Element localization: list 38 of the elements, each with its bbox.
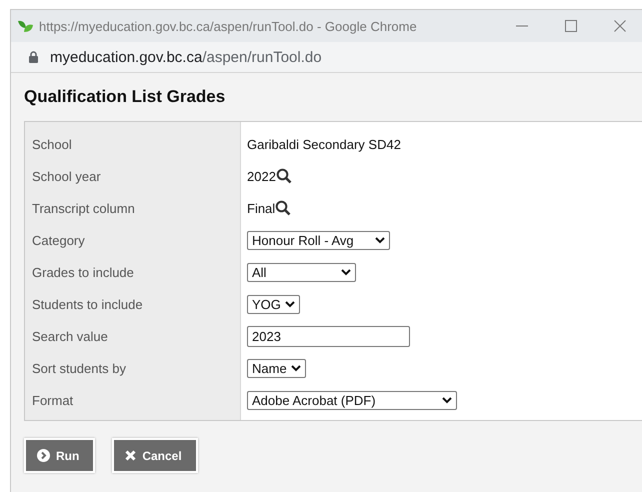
run-button[interactable]: Run <box>24 438 96 473</box>
dropdown[interactable]: Honour Roll - Avg <box>247 230 390 250</box>
chevron-circle-icon <box>37 449 50 462</box>
leaf-icon <box>17 18 34 34</box>
field-label: Grades to include <box>32 264 134 280</box>
field-label: Category <box>32 232 85 248</box>
chevron-down-icon <box>375 236 385 244</box>
window-title: https://myeducation.gov.bc.ca/aspen/runTool.do - Google Chrome <box>39 18 418 34</box>
field-value: 2022 <box>247 168 276 184</box>
chevron-down-icon <box>442 396 452 404</box>
dropdown[interactable]: Adobe Acrobat (PDF) <box>247 390 457 410</box>
field-label: Transcript column <box>32 200 135 216</box>
field-label: School <box>32 136 72 152</box>
page-heading: Qualification List Grades <box>24 87 226 107</box>
chevron-down-icon <box>291 364 301 372</box>
close-icon <box>125 450 136 461</box>
chevron-down-icon <box>341 268 351 276</box>
dropdown[interactable]: Name <box>247 358 306 378</box>
chevron-down-icon <box>285 300 295 308</box>
field-value: Garibaldi Secondary SD42 <box>247 136 401 152</box>
cancel-button[interactable]: Cancel <box>112 438 198 473</box>
maximize-icon[interactable] <box>565 20 577 32</box>
dropdown[interactable]: All <box>247 262 356 282</box>
dropdown[interactable]: YOG <box>247 294 300 314</box>
field-label: School year <box>32 168 101 184</box>
field-label: Sort students by <box>32 360 126 376</box>
minimize-icon[interactable] <box>516 25 528 27</box>
field-value: Final <box>247 200 276 216</box>
url-path: /aspen/runTool.do <box>202 48 322 66</box>
url-host: myeducation.gov.bc.ca <box>50 48 202 66</box>
field-label: Students to include <box>32 296 143 312</box>
search-icon[interactable] <box>275 200 292 216</box>
field-label: Format <box>32 392 74 408</box>
search-icon[interactable] <box>276 168 292 184</box>
lock-icon <box>29 51 38 63</box>
input-field[interactable]: 2023 <box>247 326 410 346</box>
field-label: Search value <box>32 328 108 344</box>
close-icon[interactable] <box>614 20 626 32</box>
